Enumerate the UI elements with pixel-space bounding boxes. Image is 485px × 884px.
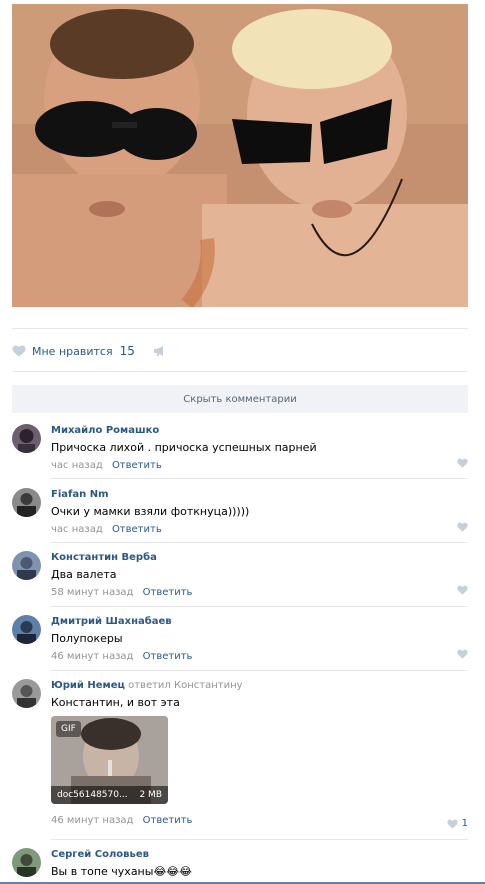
comment: Дмитрий Шахнабаев Полупокеры 46 минут на… [12, 615, 468, 663]
reply-button[interactable]: Ответить [143, 815, 193, 826]
comment-text: Очки у мамки взяли фоткнуца))))) [51, 505, 250, 518]
comment-author[interactable]: Дмитрий Шахнабаев [51, 616, 172, 627]
divider [51, 670, 468, 671]
reply-to[interactable]: ответил Константину [128, 680, 242, 691]
heart-icon[interactable] [12, 345, 26, 357]
comment-like-count[interactable]: 1 [462, 818, 468, 829]
divider [51, 606, 468, 607]
megaphone-icon[interactable] [153, 345, 167, 357]
avatar[interactable] [12, 679, 41, 708]
gif-caption: doc56148570... 2 MB [51, 786, 168, 804]
hide-comments-button[interactable]: Скрыть комментарии [12, 385, 468, 413]
comment-time[interactable]: 46 минут назад [51, 815, 133, 826]
comment-text: Полупокеры [51, 632, 123, 645]
comment-time[interactable]: 46 минут назад [51, 651, 133, 662]
comment-text: Причоска лихой . причоска успешных парне… [51, 441, 317, 454]
avatar[interactable] [12, 488, 41, 517]
comment: Сергей Соловьев Вы в топе чуханы😂😂😂 [12, 848, 468, 882]
post-photo[interactable] [12, 4, 468, 307]
file-size: 2 MB [139, 790, 162, 800]
likes-bar: Мне нравится 15 [12, 336, 167, 366]
comment: Михайло Ромашко Причоска лихой . причоск… [12, 424, 468, 472]
comment: Fiafan Nm Очки у мамки взяли фоткнуца)))… [12, 488, 468, 536]
comment-text: Вы в топе чуханы😂😂😂 [51, 865, 192, 878]
heart-icon[interactable] [457, 649, 468, 659]
comment-author[interactable]: Юрий Немец [51, 680, 125, 691]
heart-icon[interactable] [457, 585, 468, 595]
avatar[interactable] [12, 615, 41, 644]
gif-badge: GIF [56, 721, 81, 737]
comment-text: Два валета [51, 568, 117, 581]
reply-button[interactable]: Ответить [112, 524, 162, 535]
heart-icon[interactable] [447, 819, 458, 829]
comment-author[interactable]: Fiafan Nm [51, 489, 109, 500]
comment-author[interactable]: Михайло Ромашко [51, 425, 159, 436]
comment-author[interactable]: Сергей Соловьев [51, 849, 149, 860]
reply-button[interactable]: Ответить [143, 587, 193, 598]
comment: Юрий Немец ответил Константину Константи… [12, 679, 468, 834]
comment-time[interactable]: час назад [51, 524, 103, 535]
divider [51, 478, 468, 479]
avatar[interactable] [12, 424, 41, 453]
avatar[interactable] [12, 848, 41, 877]
divider [51, 542, 468, 543]
reply-button[interactable]: Ответить [112, 460, 162, 471]
comment-author[interactable]: Константин Верба [51, 552, 157, 563]
avatar[interactable] [12, 551, 41, 580]
comment-time[interactable]: 58 минут назад [51, 587, 133, 598]
likes-count[interactable]: 15 [120, 344, 135, 358]
file-name: doc56148570... [57, 790, 128, 800]
divider [12, 371, 468, 372]
comment-time[interactable]: час назад [51, 460, 103, 471]
likes-label[interactable]: Мне нравится [32, 345, 113, 358]
gif-attachment[interactable]: GIF doc56148570... 2 MB [51, 716, 168, 804]
divider [51, 839, 468, 840]
comment: Константин Верба Два валета 58 минут наз… [12, 551, 468, 599]
divider [12, 328, 468, 329]
comment-text: Константин, и вот эта [51, 696, 180, 709]
heart-icon[interactable] [457, 522, 468, 532]
heart-icon[interactable] [457, 458, 468, 468]
reply-button[interactable]: Ответить [143, 651, 193, 662]
